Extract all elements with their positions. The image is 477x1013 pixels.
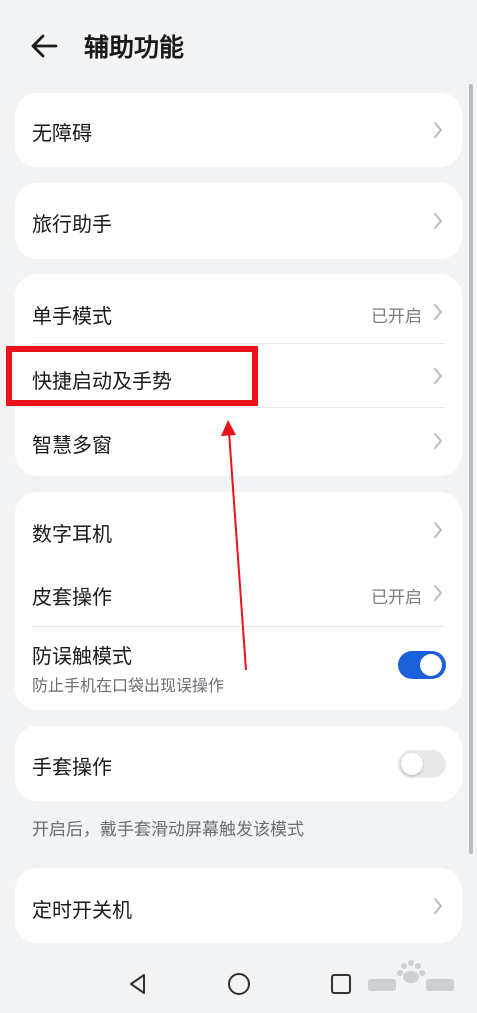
triangle-back-icon[interactable] xyxy=(124,970,152,998)
row-cover-operation[interactable]: 皮套操作 已开启 xyxy=(15,562,462,626)
chevron-right-icon xyxy=(434,368,442,384)
toggle-knob xyxy=(401,753,423,775)
back-button[interactable] xyxy=(26,28,66,64)
card-glove: 手套操作 xyxy=(15,726,462,801)
page-title: 辅助功能 xyxy=(84,33,185,62)
card-timer: 定时开关机 xyxy=(15,868,462,943)
settings-screen: 辅助功能 无障碍 旅行助手 单手模式 已开启 快捷启动及手势 智慧多窗 数字耳机… xyxy=(0,0,477,1013)
row-travel-assistant[interactable]: 旅行助手 xyxy=(15,183,462,259)
header: 辅助功能 xyxy=(0,0,477,90)
row-label: 单手模式 xyxy=(32,304,112,328)
row-label: 数字耳机 xyxy=(32,522,112,546)
scrollbar[interactable] xyxy=(469,84,473,854)
row-label: 防误触模式 xyxy=(32,644,132,668)
row-glove-mode: 手套操作 xyxy=(15,726,462,801)
row-accessibility[interactable]: 无障碍 xyxy=(15,93,462,167)
row-subtitle: 防止手机在口袋出现误操作 xyxy=(32,676,225,695)
chevron-right-icon xyxy=(434,122,442,138)
glove-toggle[interactable] xyxy=(398,750,446,778)
card-group2: 数字耳机 皮套操作 已开启 防误触模式 防止手机在口袋出现误操作 xyxy=(15,492,462,710)
annotation-highlight-box xyxy=(6,346,258,406)
row-scheduled-power[interactable]: 定时开关机 xyxy=(15,868,462,943)
chevron-right-icon xyxy=(434,522,442,538)
card-accessibility: 无障碍 xyxy=(15,93,462,167)
chevron-right-icon xyxy=(434,585,442,601)
status-value: 已开启 xyxy=(371,588,422,608)
mistouch-toggle[interactable] xyxy=(398,651,446,679)
chevron-right-icon xyxy=(434,304,442,320)
row-label: 手套操作 xyxy=(32,755,112,779)
circle-home-icon[interactable] xyxy=(225,970,253,998)
card-travel: 旅行助手 xyxy=(15,183,462,259)
status-value: 已开启 xyxy=(371,307,422,327)
arrow-left-icon xyxy=(31,34,58,58)
row-label: 智慧多窗 xyxy=(32,433,112,457)
chevron-right-icon xyxy=(434,433,442,449)
glove-footnote: 开启后，戴手套滑动屏幕触发该模式 xyxy=(32,820,304,840)
row-label: 旅行助手 xyxy=(32,212,112,236)
row-label: 定时开关机 xyxy=(32,898,132,922)
row-label: 皮套操作 xyxy=(32,585,112,609)
row-digital-earphone[interactable]: 数字耳机 xyxy=(15,492,462,562)
row-one-hand-mode[interactable]: 单手模式 已开启 xyxy=(15,274,462,343)
row-multi-window[interactable]: 智慧多窗 xyxy=(15,408,462,476)
toggle-knob xyxy=(420,654,442,676)
chevron-right-icon xyxy=(434,213,442,229)
row-label: 无障碍 xyxy=(32,121,92,145)
watermark-logo-icon xyxy=(368,960,454,991)
row-mistouch-mode: 防误触模式 防止手机在口袋出现误操作 xyxy=(15,627,462,710)
chevron-right-icon xyxy=(434,898,442,914)
square-recents-icon[interactable] xyxy=(327,970,355,998)
